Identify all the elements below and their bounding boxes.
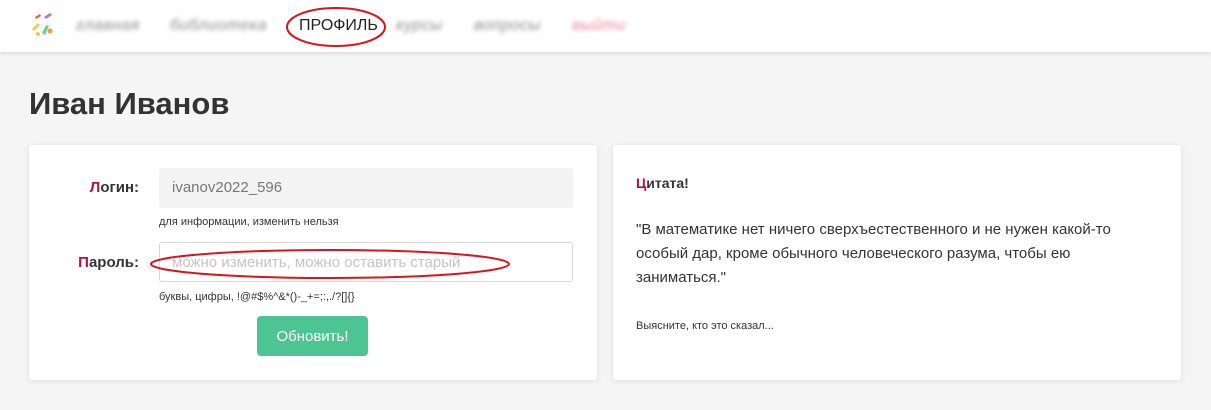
pencils-logo-icon[interactable]: [28, 9, 58, 39]
profile-form-card: Логин: ivanov2022_596 для информации, из…: [29, 145, 597, 380]
quote-hint: Выясните, кто это сказал...: [636, 320, 774, 332]
password-hint: буквы, цифры, !@#$%^&*()-_+=;:,./?[]{}: [159, 291, 355, 303]
login-label: Логин:: [89, 179, 139, 196]
nav-link-library[interactable]: библиотека: [170, 17, 267, 37]
quote-title: Цитата!: [636, 175, 689, 191]
password-field[interactable]: [159, 242, 573, 282]
login-hint: для информации, изменить нельзя: [159, 216, 339, 228]
nav-link-questions[interactable]: вопросы: [474, 17, 541, 37]
top-navbar: главная библиотека ПРОФИЛЬ курсы вопросы…: [0, 0, 1211, 52]
password-label: Пароль:: [78, 254, 139, 271]
nav-link-home[interactable]: главная: [76, 17, 140, 37]
nav-link-courses[interactable]: курсы: [396, 17, 443, 37]
update-button[interactable]: Обновить!: [257, 316, 368, 356]
nav-link-logout[interactable]: выйти: [572, 17, 626, 37]
login-field: ivanov2022_596: [159, 168, 573, 208]
quote-text: "В математике нет ничего сверхъестествен…: [636, 221, 1111, 286]
nav-link-profile[interactable]: ПРОФИЛЬ: [299, 17, 378, 37]
page-title: Иван Иванов: [29, 86, 230, 121]
quote-card: Цитата! "В математике нет ничего сверхъе…: [613, 145, 1181, 380]
